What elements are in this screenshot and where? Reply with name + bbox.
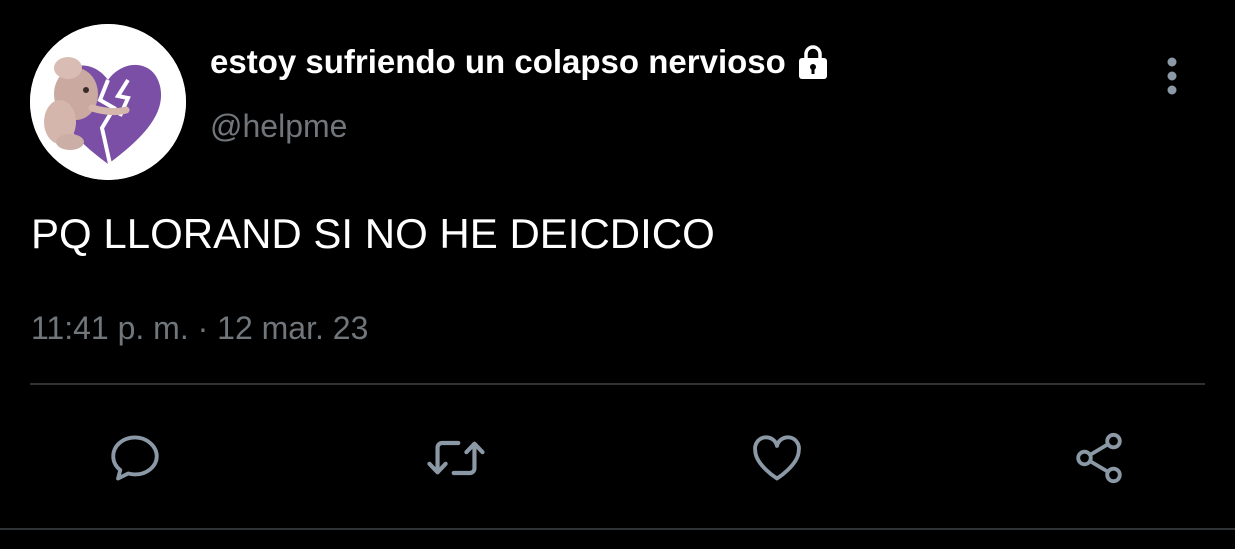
divider xyxy=(0,528,1235,530)
tweet-text: PQ LLORAND SI NO HE DEICDICO xyxy=(31,210,715,257)
lock-icon xyxy=(794,43,832,81)
share-icon xyxy=(1076,432,1122,484)
display-name-text: estoy sufriendo un colapso nervioso xyxy=(210,43,786,80)
reply-button[interactable] xyxy=(105,428,165,488)
more-vertical-icon xyxy=(1167,57,1177,95)
retweet-icon xyxy=(427,440,485,476)
like-button[interactable] xyxy=(747,428,807,488)
divider xyxy=(30,383,1205,385)
share-button[interactable] xyxy=(1069,428,1129,488)
retweet-button[interactable] xyxy=(426,428,486,488)
heart-icon xyxy=(753,435,801,481)
avatar[interactable] xyxy=(30,24,186,180)
user-handle[interactable]: @helpme xyxy=(210,106,347,146)
avatar-illustration xyxy=(30,24,186,180)
reply-icon xyxy=(111,435,159,481)
more-options-button[interactable] xyxy=(1152,52,1192,100)
tweet-detail: estoy sufriendo un colapso nervioso @hel… xyxy=(0,0,1235,549)
display-name[interactable]: estoy sufriendo un colapso nervioso xyxy=(210,42,832,82)
tweet-timestamp[interactable]: 11:41 p. m. · 12 mar. 23 xyxy=(31,308,368,348)
